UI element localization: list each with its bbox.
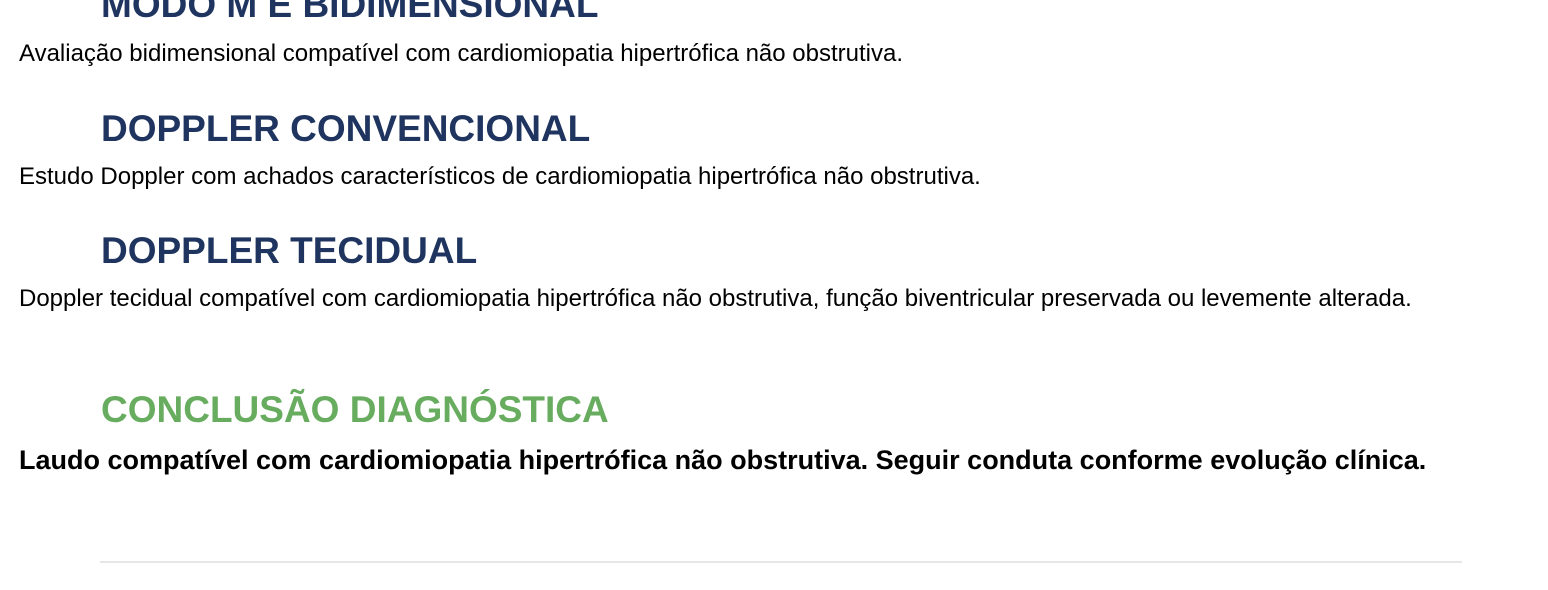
section-heading-modo-m-bidimensional: MODO M E BIDIMENSIONAL [101,0,599,25]
section-heading-doppler-tecidual: DOPPLER TECIDUAL [101,230,478,271]
section-text-modo-m-bidimensional: Avaliação bidimensional compatível com c… [19,40,904,67]
conclusion-heading: CONCLUSÃO DIAGNÓSTICA [101,389,609,430]
section-text-doppler-tecidual: Doppler tecidual compatível com cardiomi… [19,285,1412,312]
section-heading-doppler-convencional: DOPPLER CONVENCIONAL [101,108,591,149]
section-text-doppler-convencional: Estudo Doppler com achados característic… [19,163,981,190]
divider [100,561,1462,563]
conclusion-text: Laudo compatível com cardiomiopatia hipe… [19,445,1427,475]
